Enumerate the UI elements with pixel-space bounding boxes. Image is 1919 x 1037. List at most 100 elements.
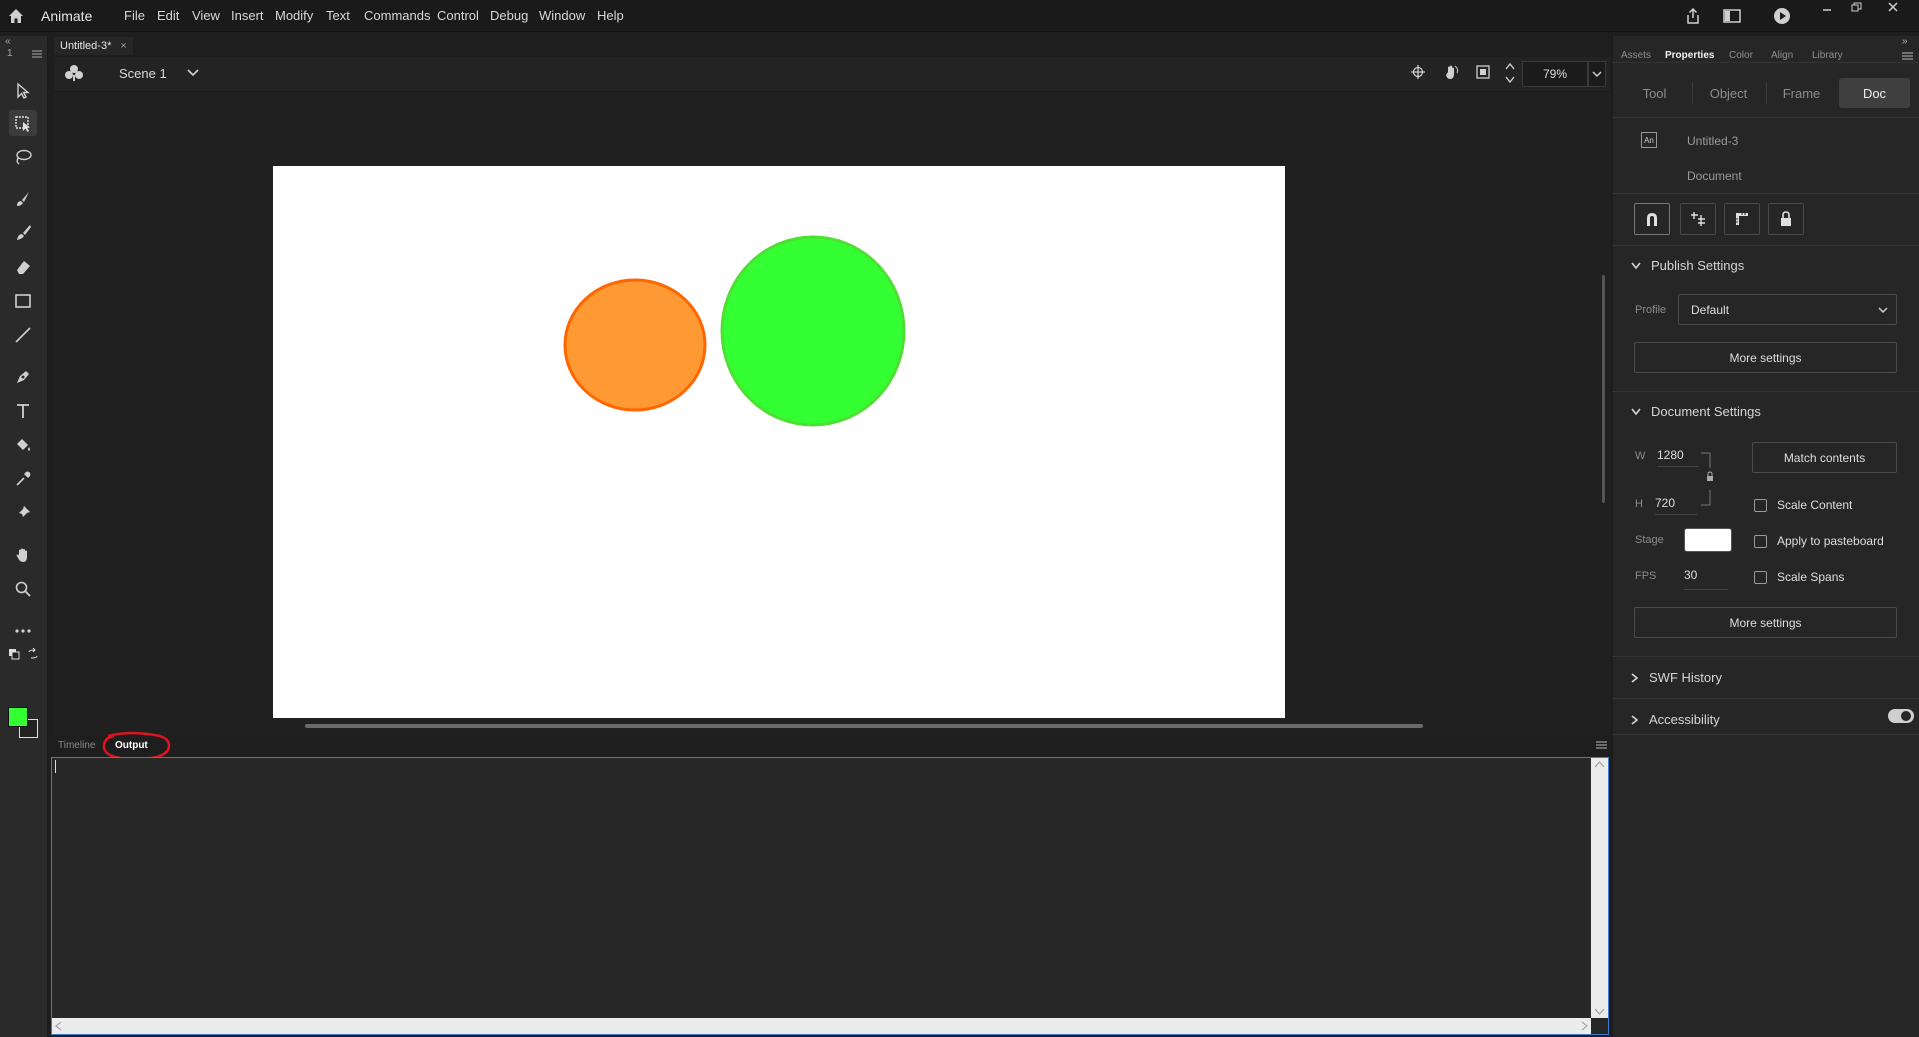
stage[interactable] (273, 166, 1285, 718)
link-dimensions-lock-icon[interactable] (1700, 452, 1716, 506)
accessibility-header[interactable]: Accessibility (1631, 712, 1720, 727)
panel-menu-icon[interactable] (1596, 741, 1607, 749)
rotate-stage-icon[interactable] (1442, 64, 1460, 80)
restore-icon[interactable] (1843, 0, 1869, 14)
rectangle-tool-icon[interactable] (9, 288, 37, 314)
collapse-panel-icon[interactable]: » (1902, 36, 1908, 47)
rulers-icon[interactable] (1724, 203, 1760, 235)
stage-color-swatch[interactable] (1684, 528, 1732, 552)
fill-color-swatch[interactable] (8, 707, 28, 727)
output-vertical-scrollbar[interactable] (1591, 758, 1608, 1018)
fps-input[interactable]: 30 (1684, 568, 1697, 582)
tab-assets[interactable]: Assets (1621, 50, 1651, 61)
pen-tool-icon[interactable] (9, 364, 37, 390)
eyedropper-tool-icon[interactable] (9, 466, 37, 492)
menu-insert[interactable]: Insert (231, 8, 264, 23)
chevron-right-icon (1631, 672, 1639, 683)
hand-tool-icon[interactable] (9, 542, 37, 568)
share-icon[interactable] (1681, 4, 1705, 28)
menu-bar: Animate File Edit View Insert Modify Tex… (0, 0, 1919, 32)
collapse-toolbar-icon[interactable]: « (5, 36, 11, 47)
snap-magnet-icon[interactable] (1634, 203, 1670, 235)
lasso-tool-icon[interactable] (9, 144, 37, 170)
tab-timeline[interactable]: Timeline (58, 740, 95, 751)
tab-color[interactable]: Color (1729, 50, 1753, 61)
canvas-vertical-scrollbar[interactable] (1602, 275, 1605, 503)
zoom-stepper-icon[interactable] (1505, 62, 1515, 84)
close-tab-icon[interactable]: × (120, 40, 126, 52)
test-movie-play-icon[interactable] (1770, 4, 1794, 28)
segment-tool[interactable]: Tool (1618, 78, 1691, 108)
line-tool-icon[interactable] (9, 322, 37, 348)
free-transform-tool-icon[interactable] (9, 110, 37, 136)
publish-settings-header[interactable]: Publish Settings (1631, 258, 1744, 273)
tab-align[interactable]: Align (1771, 50, 1793, 61)
more-tools-icon[interactable] (9, 618, 37, 644)
menu-debug[interactable]: Debug (490, 8, 528, 23)
toolbar-menu-icon[interactable] (32, 50, 42, 58)
swf-history-header[interactable]: SWF History (1631, 670, 1722, 685)
text-tool-icon[interactable] (9, 398, 37, 424)
bottom-panel-tabs (54, 736, 1610, 756)
workspace-icon[interactable] (1720, 4, 1744, 28)
publish-more-settings-button[interactable]: More settings (1634, 342, 1897, 373)
zoom-dropdown-chevron-icon[interactable] (1588, 61, 1606, 87)
menu-control[interactable]: Control (437, 8, 479, 23)
document-tab[interactable]: Untitled-3* × (54, 37, 133, 55)
lock-guides-icon[interactable] (1768, 203, 1804, 235)
brush-tool-icon[interactable] (9, 186, 37, 212)
menu-view[interactable]: View (192, 8, 220, 23)
document-type-label: Document (1687, 169, 1742, 183)
paint-bucket-tool-icon[interactable] (9, 432, 37, 458)
zoom-input[interactable]: 79% (1522, 61, 1588, 87)
publish-settings-title: Publish Settings (1651, 258, 1745, 273)
orange-circle[interactable] (563, 278, 707, 412)
segment-doc[interactable]: Doc (1839, 78, 1910, 108)
tab-properties[interactable]: Properties (1665, 50, 1714, 61)
guides-icon[interactable] (1680, 203, 1716, 235)
menu-file[interactable]: File (124, 8, 145, 23)
selection-tool-icon[interactable] (9, 78, 37, 104)
match-contents-button[interactable]: Match contents (1752, 442, 1897, 473)
menu-help[interactable]: Help (597, 8, 624, 23)
clip-content-icon[interactable] (1475, 64, 1491, 80)
accessibility-toggle[interactable] (1888, 709, 1914, 723)
minimize-icon[interactable] (1814, 0, 1840, 14)
menu-window[interactable]: Window (539, 8, 585, 23)
segment-frame[interactable]: Frame (1765, 78, 1838, 108)
eraser-tool-icon[interactable] (9, 254, 37, 280)
properties-menu-icon[interactable] (1902, 52, 1913, 60)
output-horizontal-scrollbar[interactable] (52, 1018, 1591, 1034)
default-colors-icon[interactable] (8, 648, 20, 660)
zoom-tool-icon[interactable] (9, 576, 37, 602)
pin-tool-icon[interactable] (9, 500, 37, 526)
menu-modify[interactable]: Modify (275, 8, 313, 23)
scale-content-checkbox[interactable] (1754, 499, 1767, 512)
canvas-horizontal-scrollbar[interactable] (305, 724, 1423, 728)
green-circle[interactable] (720, 235, 906, 427)
scene-name[interactable]: Scene 1 (119, 66, 167, 81)
center-stage-icon[interactable] (1410, 64, 1426, 80)
height-input[interactable]: 720 (1655, 496, 1675, 510)
tools-panel: « 1 (0, 36, 48, 1037)
output-panel[interactable] (51, 757, 1609, 1035)
document-tab-bar (54, 36, 1610, 55)
document-settings-header[interactable]: Document Settings (1631, 404, 1761, 419)
profile-value: Default (1691, 303, 1730, 317)
profile-select[interactable]: Default (1678, 294, 1897, 325)
scale-spans-checkbox[interactable] (1754, 571, 1767, 584)
segment-object[interactable]: Object (1692, 78, 1765, 108)
menu-commands[interactable]: Commands (364, 8, 430, 23)
menu-edit[interactable]: Edit (157, 8, 179, 23)
swap-colors-icon[interactable] (27, 648, 39, 660)
home-icon[interactable] (5, 5, 27, 27)
apply-to-pasteboard-checkbox[interactable] (1754, 535, 1767, 548)
scene-dropdown-chevron-icon[interactable] (187, 69, 199, 77)
width-input[interactable]: 1280 (1657, 448, 1684, 462)
tab-library[interactable]: Library (1812, 50, 1843, 61)
menu-text[interactable]: Text (326, 8, 350, 23)
document-more-settings-button[interactable]: More settings (1634, 607, 1897, 638)
close-window-icon[interactable] (1880, 0, 1906, 14)
edit-symbols-icon[interactable] (64, 64, 84, 82)
paint-brush-tool-icon[interactable] (9, 220, 37, 246)
